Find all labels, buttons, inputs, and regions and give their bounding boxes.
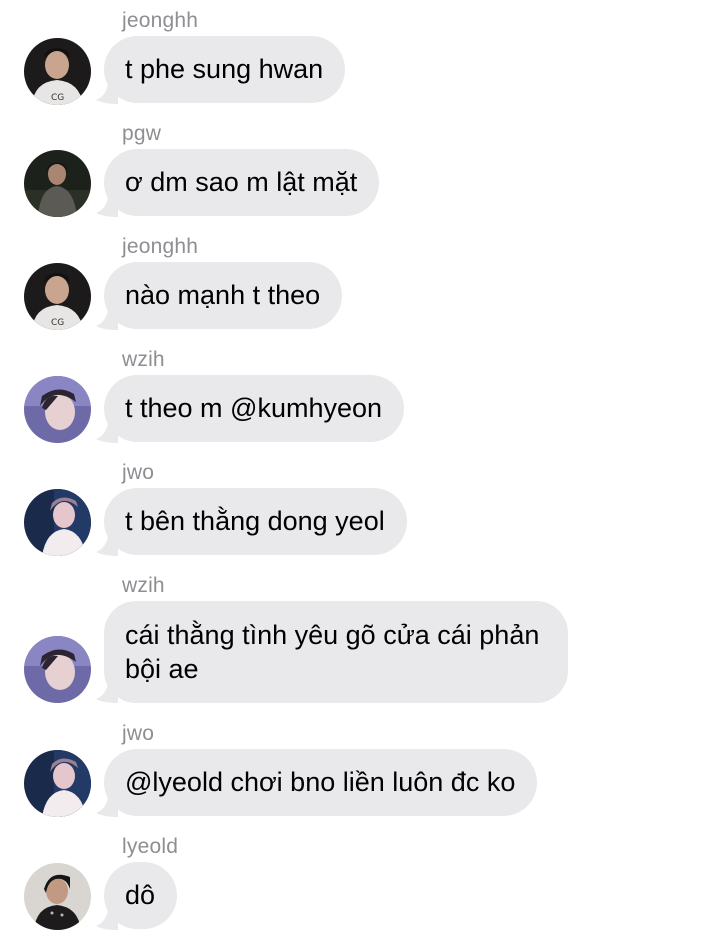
svg-text:CG: CG bbox=[51, 93, 64, 103]
sender-name: jwo bbox=[122, 722, 155, 745]
message-text: ơ dm sao m lật mặt bbox=[125, 167, 358, 197]
sender-name: wzih bbox=[122, 574, 165, 597]
message-bubble[interactable]: t phe sung hwan bbox=[104, 36, 346, 103]
message-bubble[interactable]: cái thằng tình yêu gõ cửa cái phản bội a… bbox=[104, 601, 568, 703]
message-bubble[interactable]: ơ dm sao m lật mặt bbox=[104, 149, 380, 216]
message-text: t bên thằng dong yeol bbox=[125, 506, 385, 536]
message-bubble[interactable]: @lyeold chơi bno liền luôn đc ko bbox=[104, 749, 538, 816]
message-bubble[interactable]: t bên thằng dong yeol bbox=[104, 488, 407, 555]
chat-thread: jeonghh CG t phe sung hwan pgw ơ dm sao … bbox=[0, 0, 720, 938]
sender-name: wzih bbox=[122, 348, 165, 371]
message-text: nào mạnh t theo bbox=[125, 280, 321, 310]
message-text: cái thằng tình yêu gõ cửa cái phản bội a… bbox=[125, 620, 540, 684]
message-bubble[interactable]: dô bbox=[104, 862, 178, 929]
message-text: @lyeold chơi bno liền luôn đc ko bbox=[125, 767, 516, 797]
svg-text:CG: CG bbox=[51, 318, 64, 328]
message-bubble[interactable]: nào mạnh t theo bbox=[104, 262, 343, 329]
avatar[interactable] bbox=[24, 376, 91, 443]
message-text: t theo m @kumhyeon bbox=[125, 393, 383, 423]
message-bubble[interactable]: t theo m @kumhyeon bbox=[104, 375, 405, 442]
message-text: t phe sung hwan bbox=[125, 54, 324, 84]
sender-name: pgw bbox=[122, 122, 162, 145]
avatar[interactable] bbox=[24, 750, 91, 817]
avatar[interactable] bbox=[24, 150, 91, 217]
message-text: dô bbox=[125, 880, 156, 910]
avatar[interactable] bbox=[24, 863, 91, 930]
sender-name: lyeold bbox=[122, 835, 179, 858]
avatar[interactable] bbox=[24, 489, 91, 556]
avatar[interactable] bbox=[24, 636, 91, 703]
avatar[interactable]: CG bbox=[24, 38, 91, 105]
sender-name: jeonghh bbox=[122, 235, 199, 258]
sender-name: jeonghh bbox=[122, 9, 199, 32]
sender-name: jwo bbox=[122, 461, 155, 484]
avatar[interactable]: CG bbox=[24, 263, 91, 330]
